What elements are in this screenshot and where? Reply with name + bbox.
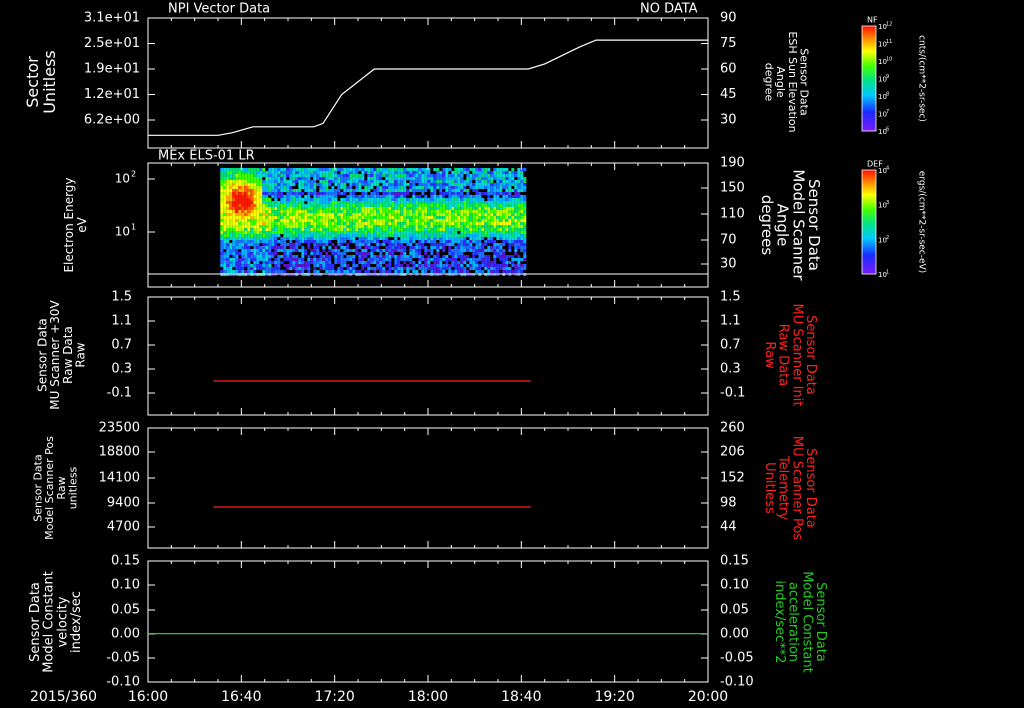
y-tick-label: 1.9e+01	[84, 62, 140, 77]
y-tick-label: 45	[720, 87, 737, 102]
x-tick-label: 16:00	[128, 689, 168, 705]
colorbar-label: NF	[867, 16, 878, 25]
axis-label-right: index/sec**2	[772, 580, 787, 663]
y-tick-label: 14100	[99, 471, 140, 486]
y-tick-label: 98	[720, 496, 737, 511]
no-data-label: NO DATA	[640, 2, 698, 17]
y-tick-label: 1.2e+01	[84, 87, 140, 102]
y-tick-label: 6.2e+00	[84, 113, 140, 128]
axis-label-left: index/sec	[69, 591, 84, 653]
y-tick-label: 10	[115, 172, 130, 186]
colorbar-tick-exponent: 1	[886, 270, 889, 276]
y-tick-label: 0.3	[720, 362, 741, 377]
axis-label-right: degrees	[758, 195, 776, 256]
y-tick-label: 10	[115, 225, 130, 239]
y-tick-label: 2.5e+01	[84, 36, 140, 51]
y-tick-label-exponent: 2	[131, 170, 136, 179]
y-tick-label: 0.10	[111, 578, 140, 593]
axis-label-left: unitless	[66, 466, 79, 509]
axis-label-left: Unitless	[40, 50, 59, 114]
panel-frame	[147, 427, 709, 549]
y-tick-label: 260	[720, 421, 745, 436]
colorbar-units: ergs/(cm**2-sr-sec-eV)	[917, 171, 927, 273]
axis-label-left: eV	[75, 216, 89, 232]
colorbar-tick-exponent: 10	[886, 57, 892, 63]
y-tick-label: 150	[720, 181, 745, 196]
panel-title: NPI Vector Data	[168, 2, 270, 17]
y-tick-label-exponent: 1	[131, 223, 136, 232]
y-tick-label: 3.1e+01	[84, 11, 140, 26]
y-tick-label: 0.05	[720, 603, 749, 618]
y-tick-label: 1.1	[111, 314, 132, 329]
x-tick-label: 18:40	[501, 689, 541, 705]
plot-canvas: 3.1e+01 2.5e+01 1.9e+01 1.2e+01 6.2e+00 90 75 6…	[23, 2, 927, 706]
y-tick-label: 23500	[99, 421, 140, 436]
x-tick-label: 18:00	[408, 689, 448, 705]
y-tick-label: 75	[720, 36, 737, 51]
colorbar-def	[862, 170, 876, 274]
panel-frame	[147, 560, 709, 683]
colorbar-tick-exponent: 2	[886, 235, 889, 241]
series-line	[148, 39, 708, 136]
x-tick-label: 19:20	[594, 689, 634, 705]
colorbar-tick-exponent: 4	[886, 166, 889, 172]
colorbar-tick-exponent: 6	[886, 127, 889, 133]
y-tick-label: 30	[720, 113, 737, 128]
y-tick-label: -0.10	[720, 675, 754, 690]
y-tick-label: 1.5	[111, 290, 132, 305]
axis-label-left: Raw	[73, 342, 87, 367]
y-tick-label: 9400	[107, 496, 140, 511]
date-label: 2015/360	[30, 689, 97, 705]
y-tick-label: -0.1	[107, 386, 132, 401]
colorbar-tick-exponent: 8	[886, 92, 889, 98]
y-tick-label: 152	[720, 471, 745, 486]
panel-frame	[147, 296, 709, 416]
spectrogram	[220, 168, 527, 276]
panel-title: MEx ELS-01 LR	[158, 149, 255, 164]
colorbar-tick-exponent: 11	[886, 39, 892, 45]
y-tick-label: 0.15	[720, 554, 749, 569]
y-tick-label: -0.1	[720, 386, 745, 401]
y-tick-label: 0.7	[720, 338, 741, 353]
y-tick-label: 0.3	[111, 362, 132, 377]
y-tick-label: -0.10	[106, 675, 140, 690]
y-tick-label: 18800	[99, 445, 140, 460]
y-tick-label: 110	[720, 207, 745, 222]
y-tick-label: 90	[720, 11, 737, 26]
y-tick-label: 0.05	[111, 603, 140, 618]
y-tick-label: 30	[720, 257, 737, 272]
axis-label-right: degree	[763, 63, 776, 102]
axis-label-right: Raw	[762, 341, 777, 369]
colorbar-tick-exponent: 9	[886, 74, 889, 80]
y-tick-label: 0.00	[111, 627, 140, 642]
y-tick-label: 0.10	[720, 578, 749, 593]
colorbar-nf	[862, 26, 876, 131]
y-tick-label: 4700	[107, 520, 140, 535]
y-tick-label: 60	[720, 62, 737, 77]
y-tick-label: 70	[720, 233, 737, 248]
y-tick-label: 1.5	[720, 290, 741, 305]
y-tick-label: 0.15	[111, 554, 140, 569]
y-tick-label: 0.7	[111, 338, 132, 353]
x-tick-label: 16:40	[221, 689, 261, 705]
colorbar-tick-exponent: 3	[886, 200, 889, 206]
colorbar-tick-exponent: 7	[886, 109, 889, 115]
y-tick-label: 206	[720, 445, 745, 460]
x-tick-label: 17:20	[314, 689, 354, 705]
y-tick-label: 0.00	[720, 627, 749, 642]
y-tick-label: 1.1	[720, 314, 741, 329]
panel-frame	[147, 17, 709, 149]
colorbar-tick-exponent: 12	[886, 22, 892, 28]
x-tick-label: 20:00	[688, 689, 728, 705]
y-tick-label: 44	[720, 520, 737, 535]
y-tick-label: 190	[720, 156, 745, 171]
y-tick-label: -0.05	[106, 651, 140, 666]
colorbar-units: cnts/(cm**2-sr-sec)	[917, 35, 927, 122]
y-tick-label: -0.05	[720, 651, 754, 666]
axis-label-right: Unitless	[762, 462, 777, 514]
